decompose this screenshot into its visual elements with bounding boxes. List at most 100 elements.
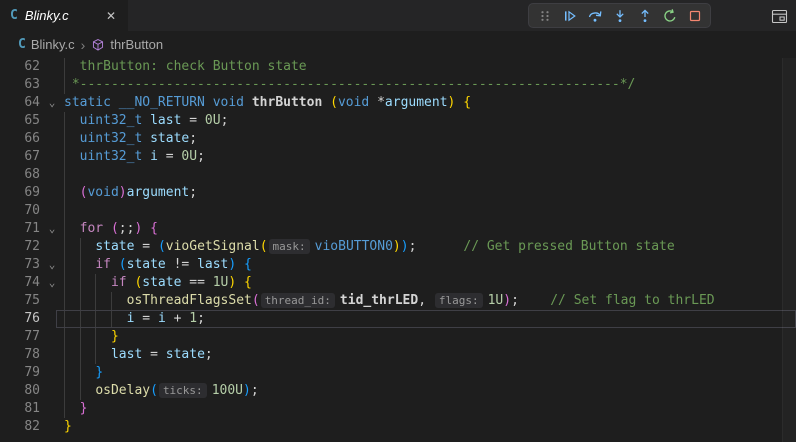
gutter[interactable]: 81 — [0, 400, 64, 418]
gutter[interactable]: 74 ⌄ — [0, 274, 64, 292]
fold-chevron-icon[interactable]: ⌄ — [40, 274, 64, 292]
line-number[interactable]: 63 — [0, 76, 40, 94]
gutter[interactable]: 78 — [0, 346, 64, 364]
drag-handle-button[interactable] — [532, 4, 557, 27]
code-line[interactable]: 80 osDelay(ticks: 100U); — [0, 382, 796, 400]
code-content[interactable]: } — [64, 328, 796, 346]
code-line[interactable]: 78 last = state; — [0, 346, 796, 364]
breadcrumb-symbol[interactable]: thrButton — [91, 37, 163, 52]
line-number[interactable]: 64 — [0, 94, 40, 112]
step-over-button[interactable] — [582, 4, 607, 27]
code-content[interactable]: static __NO_RETURN void thrButton (void … — [64, 94, 796, 112]
gutter[interactable]: 62 — [0, 58, 64, 76]
line-number[interactable]: 72 — [0, 238, 40, 256]
code-content[interactable]: } — [64, 418, 796, 436]
code-content[interactable]: i = i + 1; — [64, 310, 796, 328]
code-line[interactable]: 76 i = i + 1; — [0, 310, 796, 328]
code-line[interactable]: 65 uint32_t last = 0U; — [0, 112, 796, 130]
line-number[interactable]: 79 — [0, 364, 40, 382]
code-content[interactable]: state = (vioGetSignal(mask: vioBUTTON0));… — [64, 238, 796, 256]
code-content[interactable]: *---------------------------------------… — [64, 76, 796, 94]
fold-chevron-icon[interactable]: ⌄ — [40, 220, 64, 238]
code-content[interactable]: for (;;) { — [64, 220, 796, 238]
tab-blinky-c[interactable]: C Blinky.c ✕ — [0, 0, 128, 31]
line-number[interactable]: 67 — [0, 148, 40, 166]
line-number[interactable]: 68 — [0, 166, 40, 184]
line-number[interactable]: 74 — [0, 274, 40, 292]
code-line[interactable]: 81 } — [0, 400, 796, 418]
code-line[interactable]: 62 thrButton: check Button state — [0, 58, 796, 76]
line-number[interactable]: 82 — [0, 418, 40, 436]
close-icon[interactable]: ✕ — [104, 8, 118, 24]
step-out-button[interactable] — [632, 4, 657, 27]
code-content[interactable] — [64, 166, 796, 184]
code-content[interactable]: if (state == 1U) { — [64, 274, 796, 292]
gutter[interactable]: 69 — [0, 184, 64, 202]
gutter[interactable]: 79 — [0, 364, 64, 382]
gutter[interactable]: 82 — [0, 418, 64, 436]
continue-button[interactable] — [557, 4, 582, 27]
code-line[interactable]: 66 uint32_t state; — [0, 130, 796, 148]
gutter[interactable]: 66 — [0, 130, 64, 148]
code-line[interactable]: 63 *------------------------------------… — [0, 76, 796, 94]
fold-chevron-icon[interactable]: ⌄ — [40, 94, 64, 112]
gutter[interactable]: 68 — [0, 166, 64, 184]
code-content[interactable]: osThreadFlagsSet(thread_id: tid_thrLED, f… — [64, 292, 796, 310]
line-number[interactable]: 71 — [0, 220, 40, 238]
line-number[interactable]: 69 — [0, 184, 40, 202]
code-line[interactable]: 73 ⌄ if (state != last) { — [0, 256, 796, 274]
customize-layout-button[interactable] — [769, 7, 789, 25]
gutter[interactable]: 64 ⌄ — [0, 94, 64, 112]
gutter[interactable]: 63 — [0, 76, 64, 94]
stop-button[interactable] — [682, 4, 707, 27]
code-content[interactable]: uint32_t i = 0U; — [64, 148, 796, 166]
restart-button[interactable] — [657, 4, 682, 27]
fold-chevron-icon[interactable]: ⌄ — [40, 256, 64, 274]
code-content[interactable]: } — [64, 364, 796, 382]
gutter[interactable]: 73 ⌄ — [0, 256, 64, 274]
gutter[interactable]: 71 ⌄ — [0, 220, 64, 238]
code-line[interactable]: 70 — [0, 202, 796, 220]
code-content[interactable]: if (state != last) { — [64, 256, 796, 274]
code-line[interactable]: 69 (void)argument; — [0, 184, 796, 202]
line-number[interactable]: 65 — [0, 112, 40, 130]
gutter[interactable]: 80 — [0, 382, 64, 400]
code-line[interactable]: 79 } — [0, 364, 796, 382]
code-line[interactable]: 74 ⌄ if (state == 1U) { — [0, 274, 796, 292]
code-line[interactable]: 68 — [0, 166, 796, 184]
breadcrumb-file[interactable]: C Blinky.c — [18, 37, 75, 52]
code-editor[interactable]: 62 thrButton: check Button state 63 *----… — [0, 58, 796, 442]
code-content[interactable]: uint32_t state; — [64, 130, 796, 148]
line-number[interactable]: 78 — [0, 346, 40, 364]
code-content[interactable] — [64, 202, 796, 220]
line-number[interactable]: 77 — [0, 328, 40, 346]
code-content[interactable]: osDelay(ticks: 100U); — [64, 382, 796, 400]
code-line[interactable]: 75 osThreadFlagsSet(thread_id: tid_thrLED… — [0, 292, 796, 310]
line-number[interactable]: 70 — [0, 202, 40, 220]
gutter[interactable]: 76 — [0, 310, 64, 328]
gutter[interactable]: 75 — [0, 292, 64, 310]
code-line[interactable]: 64 ⌄ static __NO_RETURN void thrButton (vo… — [0, 94, 796, 112]
line-number[interactable]: 80 — [0, 382, 40, 400]
gutter[interactable]: 65 — [0, 112, 64, 130]
code-content[interactable]: (void)argument; — [64, 184, 796, 202]
gutter[interactable]: 77 — [0, 328, 64, 346]
code-line[interactable]: 72 state = (vioGetSignal(mask: vioBUTTON0… — [0, 238, 796, 256]
line-number[interactable]: 62 — [0, 58, 40, 76]
code-content[interactable]: uint32_t last = 0U; — [64, 112, 796, 130]
code-line[interactable]: 67 uint32_t i = 0U; — [0, 148, 796, 166]
gutter[interactable]: 67 — [0, 148, 64, 166]
code-content[interactable]: thrButton: check Button state — [64, 58, 796, 76]
step-into-button[interactable] — [607, 4, 632, 27]
line-number[interactable]: 75 — [0, 292, 40, 310]
gutter[interactable]: 72 — [0, 238, 64, 256]
code-content[interactable]: last = state; — [64, 346, 796, 364]
code-line[interactable]: 71 ⌄ for (;;) { — [0, 220, 796, 238]
editor-scrollbar[interactable] — [782, 58, 796, 442]
line-number[interactable]: 66 — [0, 130, 40, 148]
code-line[interactable]: 77 } — [0, 328, 796, 346]
line-number[interactable]: 81 — [0, 400, 40, 418]
line-number[interactable]: 73 — [0, 256, 40, 274]
line-number[interactable]: 76 — [0, 310, 40, 328]
code-content[interactable]: } — [64, 400, 796, 418]
